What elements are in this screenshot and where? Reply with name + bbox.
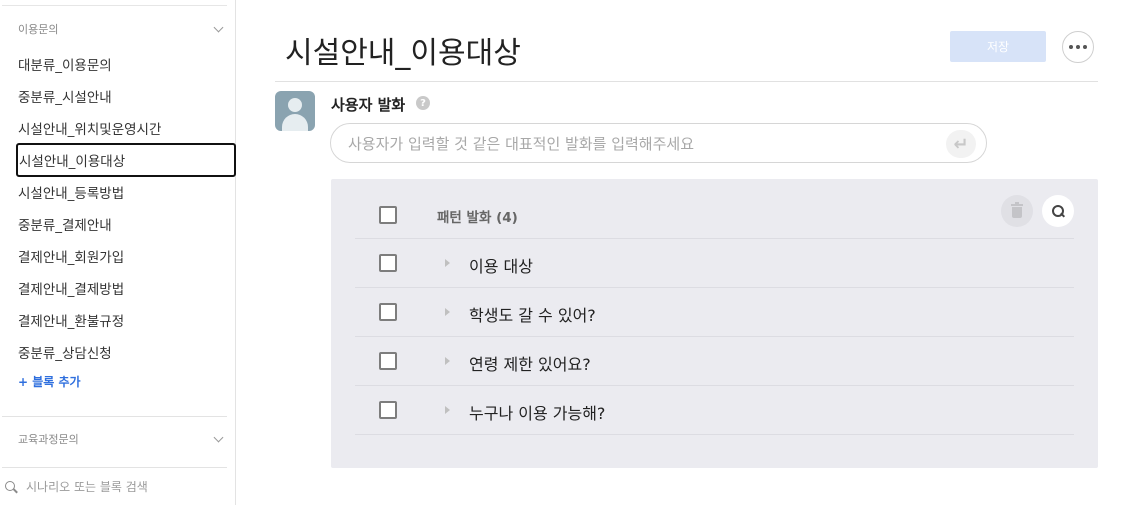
pattern-header-label: 패턴 발화 (4) (437, 210, 518, 226)
sidebar-item[interactable]: 시설안내_위치및운영시간 (18, 116, 228, 140)
pattern-search-button[interactable] (1042, 195, 1074, 227)
sidebar-item[interactable]: 결제안내_회원가입 (18, 244, 228, 268)
more-options-button[interactable] (1062, 31, 1094, 63)
divider (2, 467, 227, 468)
user-utterance-label: 사용자 발화 (331, 96, 406, 114)
sidebar-item[interactable]: 대분류_이용문의 (18, 52, 228, 76)
caret-right-icon[interactable] (445, 357, 450, 365)
caret-right-icon[interactable] (445, 308, 450, 316)
sidebar-group-header-inquiry[interactable]: 이용문의 (18, 20, 224, 38)
sidebar-search[interactable]: 시나리오 또는 블록 검색 (4, 478, 148, 495)
utterance-input-box: ↵ (330, 123, 987, 163)
user-avatar-icon (275, 91, 315, 131)
pattern-row[interactable]: 연령 제한 있어요? (355, 337, 1074, 386)
pattern-text: 누구나 이용 가능해? (469, 404, 606, 423)
pattern-row[interactable]: 학생도 갈 수 있어? (355, 288, 1074, 337)
sidebar-item[interactable]: 결제안내_환불규정 (18, 308, 228, 332)
row-checkbox[interactable] (379, 401, 397, 419)
sidebar-search-input[interactable]: 시나리오 또는 블록 검색 (26, 478, 148, 495)
sidebar-item[interactable]: 중분류_상담신청 (18, 340, 228, 364)
divider (2, 416, 227, 417)
utterance-input[interactable] (348, 133, 938, 155)
chevron-down-icon[interactable] (212, 23, 224, 35)
chevron-down-icon[interactable] (212, 433, 224, 445)
help-icon[interactable]: ? (416, 96, 430, 110)
sidebar-group-label: 교육과정문의 (18, 433, 79, 446)
row-checkbox[interactable] (379, 303, 397, 321)
search-icon (4, 480, 18, 494)
sidebar-item[interactable]: 시설안내_등록방법 (18, 180, 228, 204)
delete-button[interactable] (1001, 195, 1033, 227)
pattern-text: 학생도 갈 수 있어? (469, 306, 596, 325)
more-icon (1069, 45, 1087, 49)
save-button[interactable]: 저장 (950, 31, 1046, 62)
caret-right-icon[interactable] (445, 406, 450, 414)
sidebar-group-label: 이용문의 (18, 23, 59, 36)
search-icon (1051, 204, 1065, 218)
trash-icon (1011, 202, 1023, 218)
pattern-row[interactable]: 누구나 이용 가능해? (355, 386, 1074, 435)
sidebar-item[interactable]: 중분류_결제안내 (18, 212, 228, 236)
sidebar-group-header-course[interactable]: 교육과정문의 (18, 430, 224, 448)
pattern-row[interactable]: 이용 대상 (355, 239, 1074, 288)
add-block-link[interactable]: + 블록 추가 (18, 373, 81, 390)
select-all-checkbox[interactable] (379, 206, 397, 224)
pattern-text: 이용 대상 (469, 257, 533, 276)
pattern-header-row: 패턴 발화 (4) (355, 190, 1074, 239)
sidebar-item[interactable]: 결제안내_결제방법 (18, 276, 228, 300)
divider (275, 81, 1098, 82)
row-checkbox[interactable] (379, 352, 397, 370)
pattern-panel: 패턴 발화 (4) 이용 대상 학생도 갈 수 있어? 연령 제한 있어요? 누… (331, 179, 1098, 468)
enter-icon[interactable]: ↵ (946, 130, 976, 158)
divider (2, 5, 227, 6)
pattern-text: 연령 제한 있어요? (469, 355, 591, 374)
sidebar-item-active[interactable]: 시설안내_이용대상 (16, 143, 236, 177)
sidebar-item[interactable]: 중분류_시설안내 (18, 84, 228, 108)
page-title: 시설안내_이용대상 (285, 36, 521, 71)
row-checkbox[interactable] (379, 254, 397, 272)
sidebar: 이용문의 대분류_이용문의 중분류_시설안내 시설안내_위치및운영시간 시설안내… (0, 0, 236, 505)
caret-right-icon[interactable] (445, 259, 450, 267)
